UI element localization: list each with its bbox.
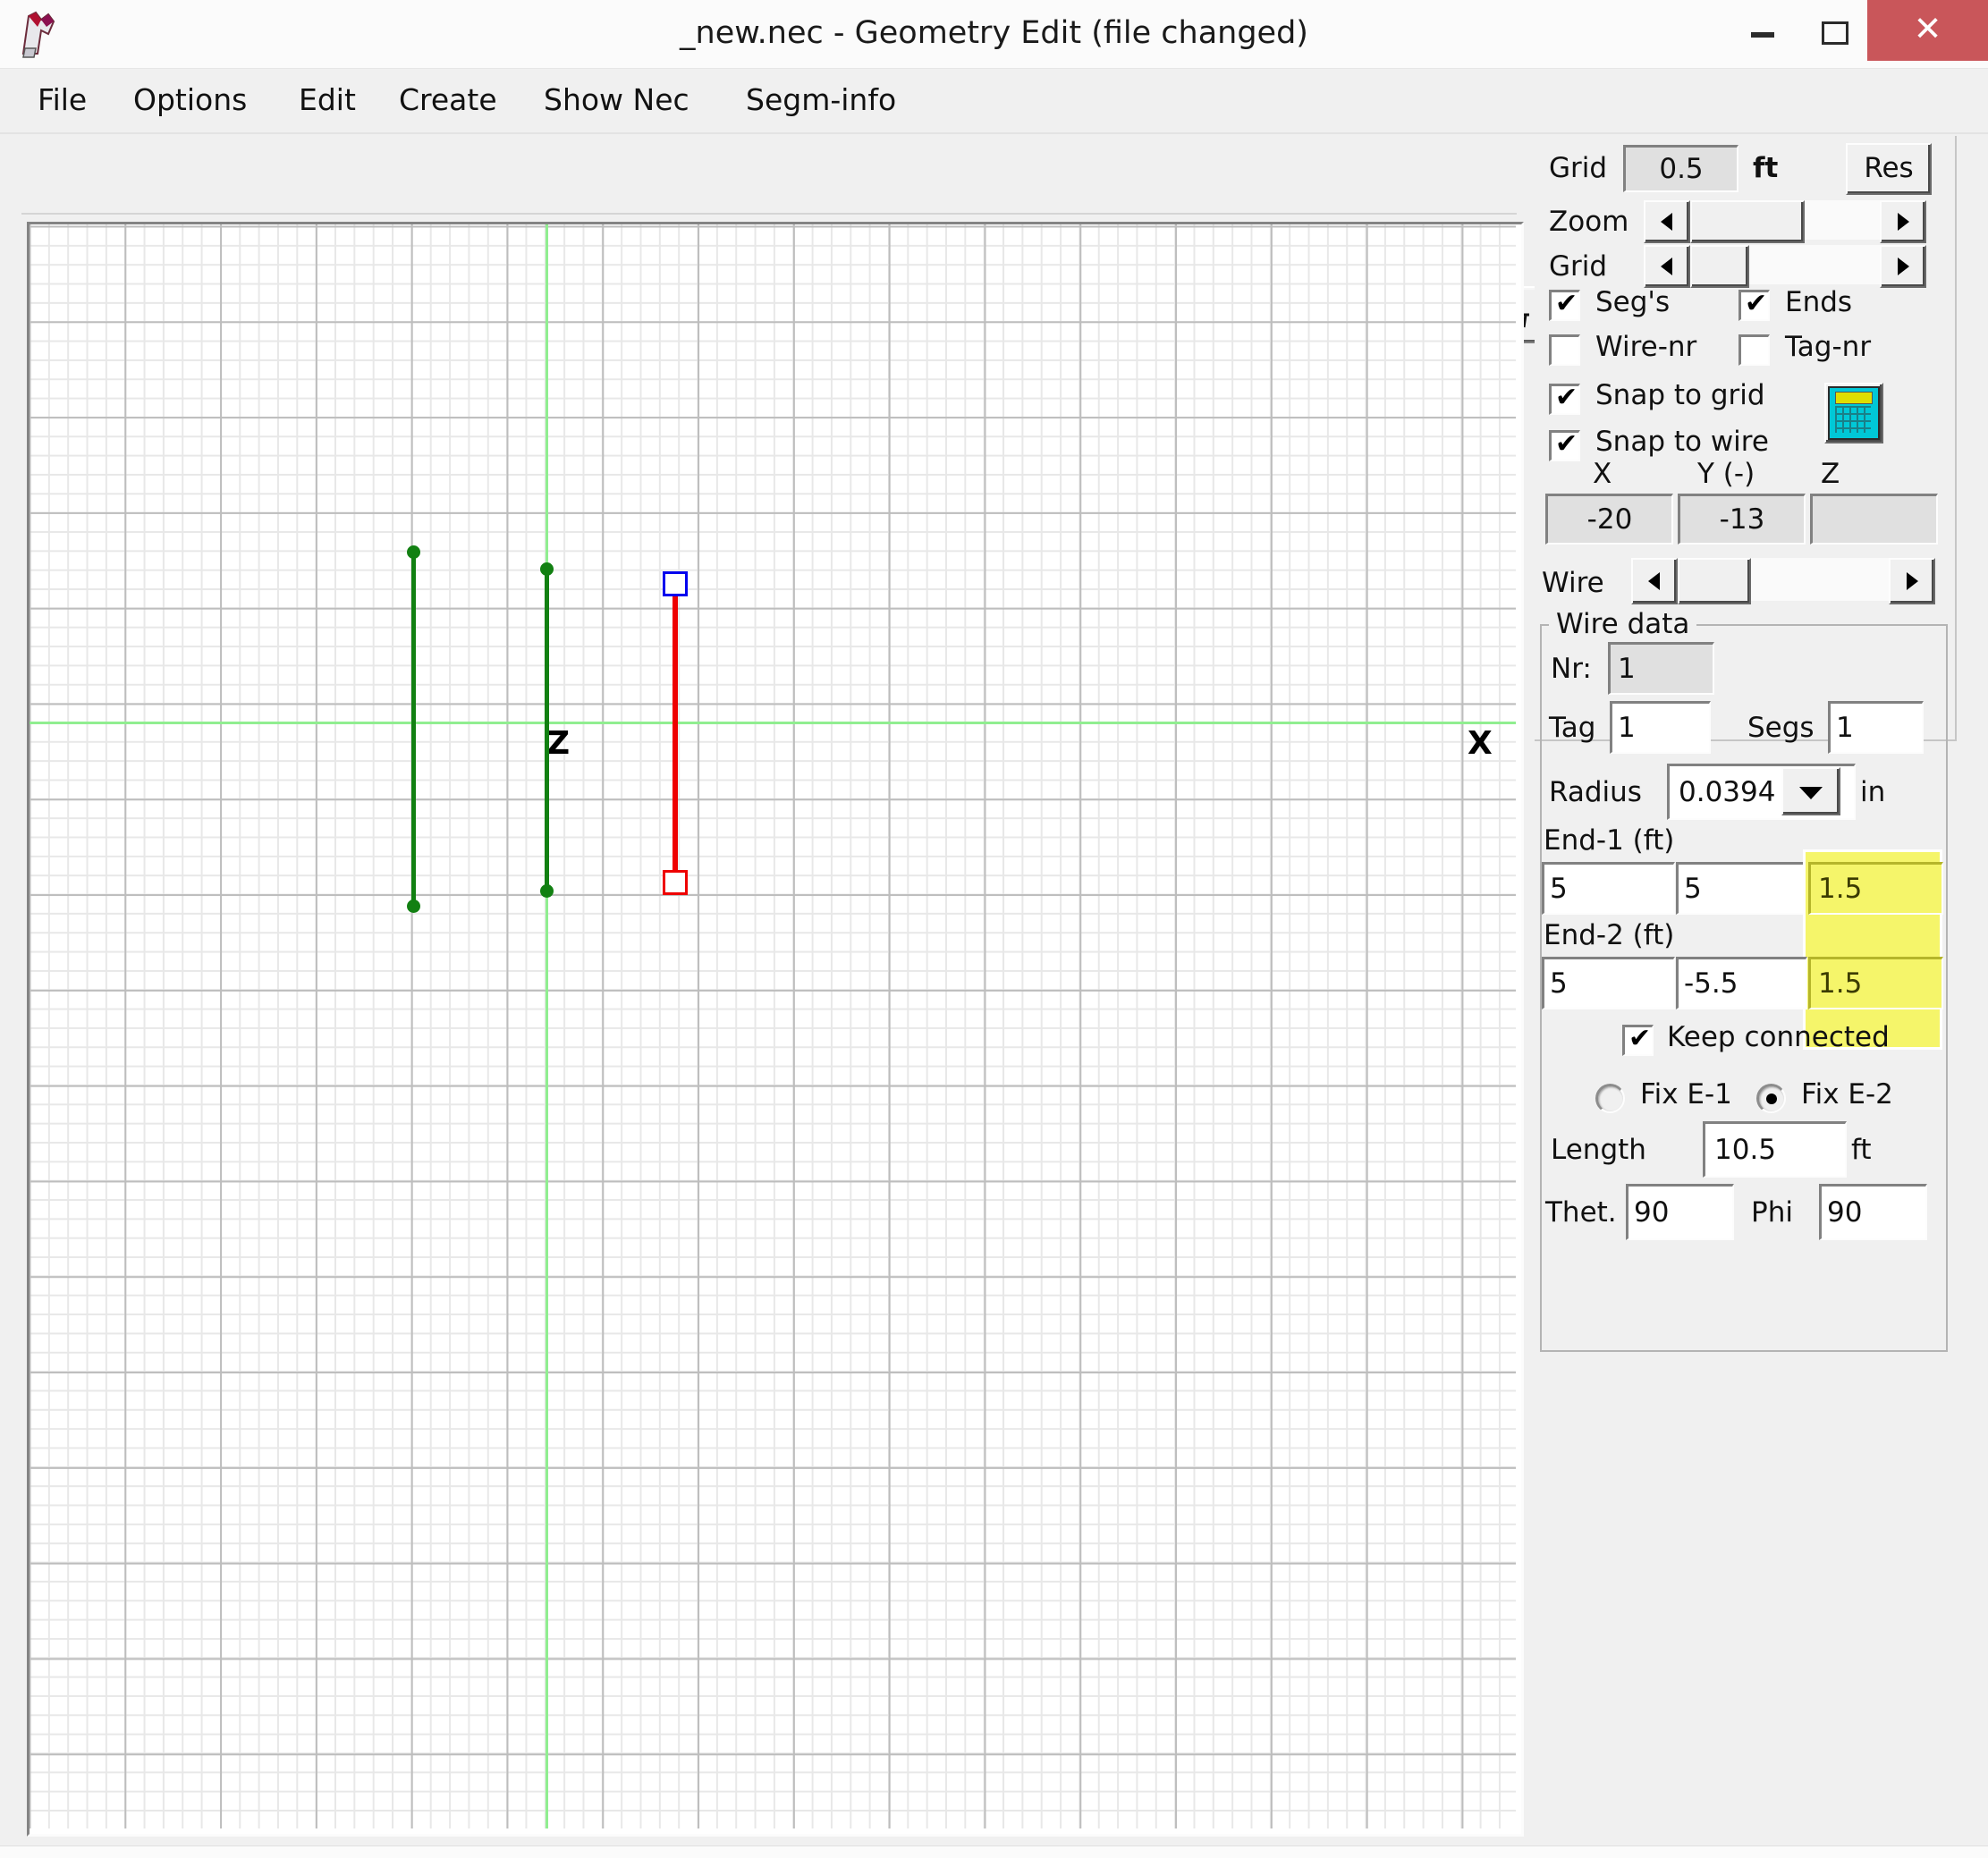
wire-right-arrow-icon[interactable] [1889,558,1935,604]
wire-nr-field: 1 [1608,642,1714,695]
menu-separator [0,132,1988,134]
grid-scrollbar[interactable] [1644,245,1926,288]
wire-tag-input[interactable]: 1 [1610,701,1711,754]
grid-scroll-thumb[interactable] [1690,245,1749,288]
checkbox-keep-connected[interactable]: ✔ [1622,1025,1654,1056]
title-bar: _new.nec - Geometry Edit (file changed) … [0,0,1988,69]
checkbox-snap-to-wire-label: Snap to wire [1595,426,1769,458]
wire-endpoint-1-handle[interactable] [663,571,688,596]
wire-scroll-thumb[interactable] [1678,558,1751,604]
end1-label: End-1 (ft) [1544,824,1675,857]
close-icon: ✕ [1913,9,1942,48]
grid-major-lines [30,224,1516,1828]
end2-x-input[interactable]: 5 [1542,957,1675,1009]
axis-vertical-y [546,224,548,1828]
phi-label: Phi [1751,1196,1793,1229]
wire-segs-input[interactable]: 1 [1828,701,1924,754]
right-panel: Grid 0.5 ft Res Zoom Grid ✔ Seg's ✔ Ends… [1535,136,1980,1853]
minimize-button[interactable] [1728,0,1798,61]
grid-value-field[interactable]: 0.5 [1623,145,1738,192]
geometry-canvas-frame[interactable]: Y Z X [27,222,1524,1837]
checkbox-snap-to-grid[interactable]: ✔ [1549,384,1580,415]
checkbox-tag-nr-label: Tag-nr [1785,331,1872,363]
fix-e1-label: Fix E-1 [1640,1078,1732,1111]
wire-segs-label: Segs [1747,712,1815,744]
calculator-button[interactable] [1824,383,1883,443]
end2-y-input[interactable]: -5.5 [1676,957,1807,1009]
zoom-scrollbar[interactable] [1644,200,1926,243]
end2-label: End-2 (ft) [1544,919,1675,951]
coord-x-label: X [1593,458,1612,490]
menu-item-edit[interactable]: Edit [286,69,368,133]
radio-fix-e1[interactable] [1595,1084,1625,1113]
end1-x-input[interactable]: 5 [1542,862,1675,915]
length-input[interactable]: 10.5 [1703,1121,1847,1178]
checkbox-wire-nr-label: Wire-nr [1595,331,1697,363]
chevron-down-icon [1799,787,1823,799]
checkbox-snap-to-grid-label: Snap to grid [1595,379,1765,411]
fix-e2-label: Fix E-2 [1801,1078,1893,1111]
checkbox-snap-to-wire[interactable]: ✔ [1549,430,1580,461]
radius-dropdown-button[interactable] [1781,767,1840,815]
wire-scrollbar[interactable] [1631,558,1935,604]
wire-nr-label: Nr: [1551,653,1592,685]
coord-y-field: -13 [1678,494,1806,545]
wire-tag-label: Tag [1549,712,1596,744]
grid-left-arrow-icon[interactable] [1644,245,1690,288]
theta-label: Thet. [1545,1196,1617,1229]
menu-item-show-nec[interactable]: Show Nec [531,69,702,133]
zoom-label: Zoom [1549,206,1629,238]
end2-z-input[interactable]: 1.5 [1808,957,1943,1009]
end1-z-input[interactable]: 1.5 [1808,862,1943,915]
wire-selector-label: Wire [1542,567,1604,599]
checkbox-wire-nr[interactable] [1549,334,1580,366]
close-button[interactable]: ✕ [1867,0,1988,61]
toolbar-underline [21,213,1517,215]
axis-label-x: X [1468,725,1493,762]
coord-z-field [1810,494,1938,545]
wire-data-group-title: Wire data [1549,608,1697,640]
menu-item-file[interactable]: File [25,69,99,133]
axis-horizontal-x [30,722,1516,724]
grid-right-arrow-icon[interactable] [1880,245,1926,288]
calculator-icon [1828,386,1880,440]
menu-item-options[interactable]: Options [121,69,259,133]
wire-radius-unit-label: in [1860,776,1886,808]
checkbox-tag-nr[interactable] [1738,334,1770,366]
axis-label-z: Z [546,725,571,762]
maximize-button[interactable] [1798,0,1867,61]
grid-unit-label: ft [1753,152,1779,184]
menu-bar: File Options Edit Create Show Nec Segm-i… [0,69,1988,133]
zoom-left-arrow-icon[interactable] [1644,200,1690,243]
status-bar [0,1845,1988,1858]
res-button[interactable]: Res [1846,143,1932,195]
phi-input[interactable]: 90 [1819,1184,1927,1240]
zoom-right-arrow-icon[interactable] [1880,200,1926,243]
grid-label: Grid [1549,152,1608,184]
menu-item-segm-info[interactable]: Segm-info [733,69,909,133]
checkbox-segs-label: Seg's [1595,286,1671,318]
keep-connected-label: Keep connected [1667,1021,1890,1053]
end1-y-input[interactable]: 5 [1676,862,1807,915]
window-title: _new.nec - Geometry Edit (file changed) [680,15,1308,51]
checkbox-ends-label: Ends [1785,286,1853,318]
coord-y-label: Y (-) [1697,458,1755,490]
zoom-scroll-thumb[interactable] [1690,200,1805,243]
checkbox-ends[interactable]: ✔ [1738,290,1770,321]
coord-x-field: -20 [1545,494,1673,545]
checkbox-segs[interactable]: ✔ [1549,290,1580,321]
menu-item-create[interactable]: Create [386,69,510,133]
grid-slider-label: Grid [1549,250,1608,283]
coord-z-label: Z [1821,458,1840,490]
wire-radius-label: Radius [1549,776,1642,808]
length-unit-label: ft [1851,1134,1872,1166]
radio-fix-e2[interactable] [1756,1084,1786,1113]
geometry-canvas[interactable]: Y Z X [30,224,1516,1828]
axis-label-y: Y [546,224,570,232]
wire-endpoint-2-handle[interactable] [663,870,688,895]
theta-input[interactable]: 90 [1626,1184,1734,1240]
wire-left-arrow-icon[interactable] [1631,558,1678,604]
length-label: Length [1551,1134,1646,1166]
